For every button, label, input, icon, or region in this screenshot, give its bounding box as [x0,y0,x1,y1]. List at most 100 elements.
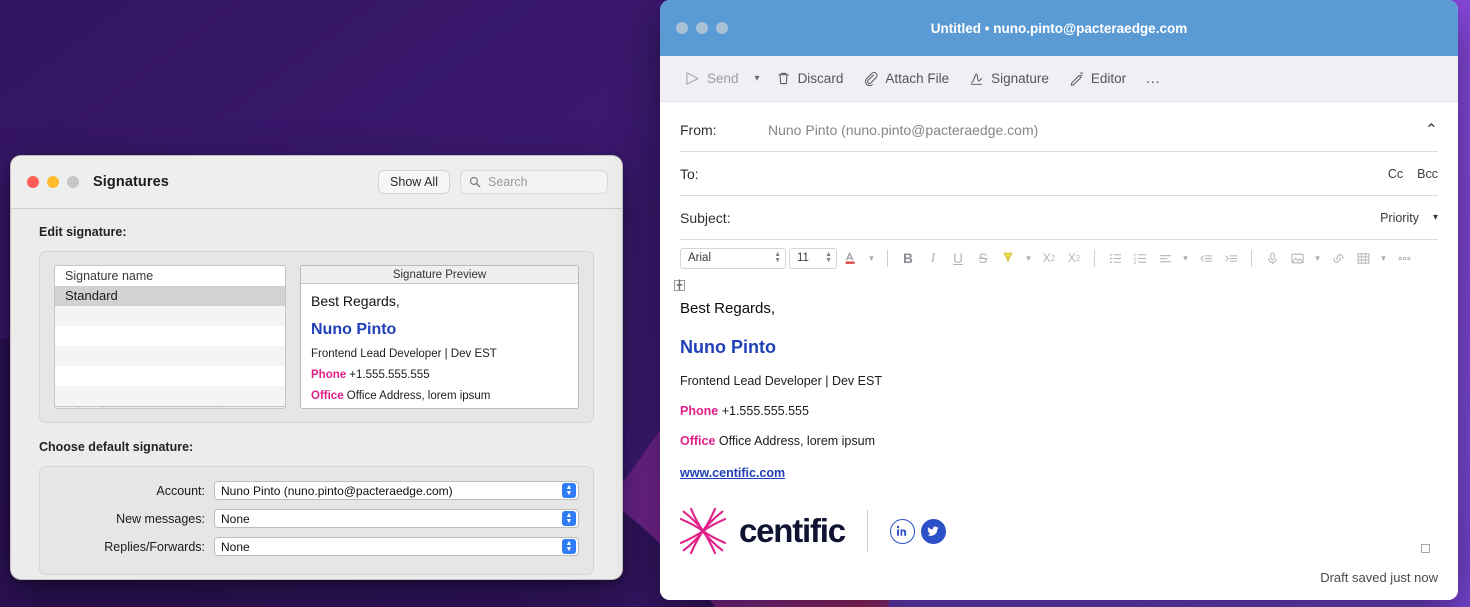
twitter-icon[interactable] [920,518,946,544]
compose-window-controls[interactable] [676,22,728,34]
signature-list-item-empty[interactable] [55,366,285,386]
align-button[interactable] [1154,247,1176,269]
picture-chevron-down-icon[interactable]: ▾ [1311,253,1324,264]
close-window-button[interactable] [676,22,688,34]
stepper-arrows-icon[interactable]: ▲ ▼ [562,483,576,498]
signature-brand-row: centific [680,508,1438,554]
decrease-indent-button[interactable] [1195,247,1217,269]
decrease-indent-icon [1199,254,1212,262]
maximize-window-button[interactable] [67,176,79,188]
search-field[interactable]: Search [460,170,608,194]
compose-body-editor[interactable]: ╋ Best Regards, Nuno Pinto Frontend Lead… [660,276,1458,576]
compose-header-fields: From: Nuno Pinto (nuno.pinto@pacteraedge… [660,102,1458,240]
font-color-button[interactable] [840,247,862,269]
body-website-link[interactable]: www.centific.com [680,466,785,480]
insert-picture-icon [1290,253,1304,263]
from-row: From: Nuno Pinto (nuno.pinto@pacteraedge… [680,108,1438,152]
account-select[interactable]: Nuno Pinto (nuno.pinto@pacteraedge.com) … [214,481,579,500]
signature-list-item-standard[interactable]: Standard [55,286,285,306]
minimize-window-button[interactable] [696,22,708,34]
compose-status-bar: Draft saved just now [660,554,1458,600]
more-formatting-options-button[interactable] [1393,247,1415,269]
svg-text:3: 3 [1133,259,1136,264]
subscript-button[interactable]: X2 [1063,247,1085,269]
signature-list[interactable]: Signature name Standard + − Edit [54,265,286,409]
priority-selector[interactable]: Priority ▾ [1380,211,1438,225]
send-button[interactable]: Send [676,66,748,91]
font-family-select[interactable]: Arial ▲ ▼ [680,247,786,269]
maximize-window-button[interactable] [716,22,728,34]
stepper-arrows-icon[interactable]: ▲ ▼ [562,539,576,554]
highlight-chevron-down-icon[interactable]: ▾ [1022,253,1035,264]
close-window-button[interactable] [27,176,39,188]
insert-link-button[interactable] [1327,247,1349,269]
underline-button[interactable]: U [947,247,969,269]
show-all-button[interactable]: Show All [378,170,450,194]
body-office-value: Office Address, lorem ipsum [718,434,876,448]
account-label: Account: [156,483,205,498]
preview-office-label: Office [311,390,344,402]
bulleted-list-button[interactable] [1104,247,1126,269]
superscript-button[interactable]: X2 [1038,247,1060,269]
cc-button[interactable]: Cc [1388,167,1403,181]
align-chevron-down-icon[interactable]: ▾ [1179,253,1192,264]
compose-window-title: Untitled • nuno.pinto@pacteraedge.com [930,20,1188,36]
strikethrough-button[interactable]: S [972,247,994,269]
font-size-value: 11 [797,252,809,264]
from-value[interactable]: Nuno Pinto (nuno.pinto@pacteraedge.com) [768,122,1425,138]
mail-compose-window: Untitled • nuno.pinto@pacteraedge.com Se… [660,0,1458,600]
font-color-chevron-down-icon[interactable]: ▾ [865,253,878,264]
signature-preview-content: Best Regards, Nuno Pinto Frontend Lead D… [301,284,578,408]
replies-forwards-select-value: None [221,539,250,554]
add-signature-button[interactable]: + [55,407,79,408]
insert-link-icon [1333,253,1343,263]
font-family-value: Arial [688,252,712,264]
resize-image-handle[interactable] [1421,544,1430,553]
signature-button[interactable]: Signature [960,66,1058,91]
more-commands-button[interactable]: … [1137,65,1169,92]
move-handle-icon[interactable]: ╋ [674,280,685,291]
discard-button[interactable]: Discard [767,66,853,91]
search-icon [469,176,481,188]
body-office-row: Office Office Address, lorem ipsum [680,434,1438,448]
italic-button[interactable]: I [922,247,944,269]
body-regards: Best Regards, [680,300,776,317]
body-signature-role: Frontend Lead Developer | Dev EST [680,374,882,388]
send-options-caret-icon[interactable]: ▾ [750,68,765,89]
from-row-right: ⌃ [1425,120,1438,140]
highlight-button[interactable] [997,247,1019,269]
numbered-list-button[interactable]: 1 2 3 [1129,247,1151,269]
preview-regards: Best Regards, [311,293,400,309]
bcc-button[interactable]: Bcc [1417,167,1438,181]
signature-list-item-empty[interactable] [55,306,285,326]
signature-list-item-empty[interactable] [55,386,285,406]
toolbar-divider [887,249,888,267]
edit-signature-button[interactable]: Edit [221,407,285,408]
replies-forwards-row: Replies/Forwards: None ▲ ▼ [54,537,579,556]
minimize-window-button[interactable] [47,176,59,188]
account-select-value: Nuno Pinto (nuno.pinto@pacteraedge.com) [221,483,453,498]
stepper-arrows-icon: ▲ ▼ [825,251,832,264]
collapse-header-chevron-icon[interactable]: ⌃ [1425,120,1438,140]
priority-chevron-down-icon: ▾ [1432,212,1438,223]
bold-button[interactable]: B [897,247,919,269]
linkedin-icon[interactable] [889,518,915,544]
dictate-button[interactable] [1261,247,1283,269]
attach-file-button[interactable]: Attach File [854,66,958,91]
replies-forwards-select[interactable]: None ▲ ▼ [214,537,579,556]
signature-list-item-empty[interactable] [55,346,285,366]
stepper-arrows-icon[interactable]: ▲ ▼ [562,511,576,526]
signature-list-item-empty[interactable] [55,326,285,346]
insert-picture-button[interactable] [1286,247,1308,269]
editor-button[interactable]: Editor [1060,66,1135,91]
table-chevron-down-icon[interactable]: ▾ [1377,253,1390,264]
font-size-select[interactable]: 11 ▲ ▼ [789,247,837,269]
increase-indent-button[interactable] [1220,247,1242,269]
insert-table-button[interactable] [1352,247,1374,269]
new-messages-select[interactable]: None ▲ ▼ [214,509,579,528]
signatures-window-title: Signatures [93,174,169,190]
signatures-content: Edit signature: Signature name Standard … [11,209,622,575]
window-controls[interactable] [27,176,79,188]
centific-logo: centific [680,508,846,554]
remove-signature-button[interactable]: − [79,407,103,408]
